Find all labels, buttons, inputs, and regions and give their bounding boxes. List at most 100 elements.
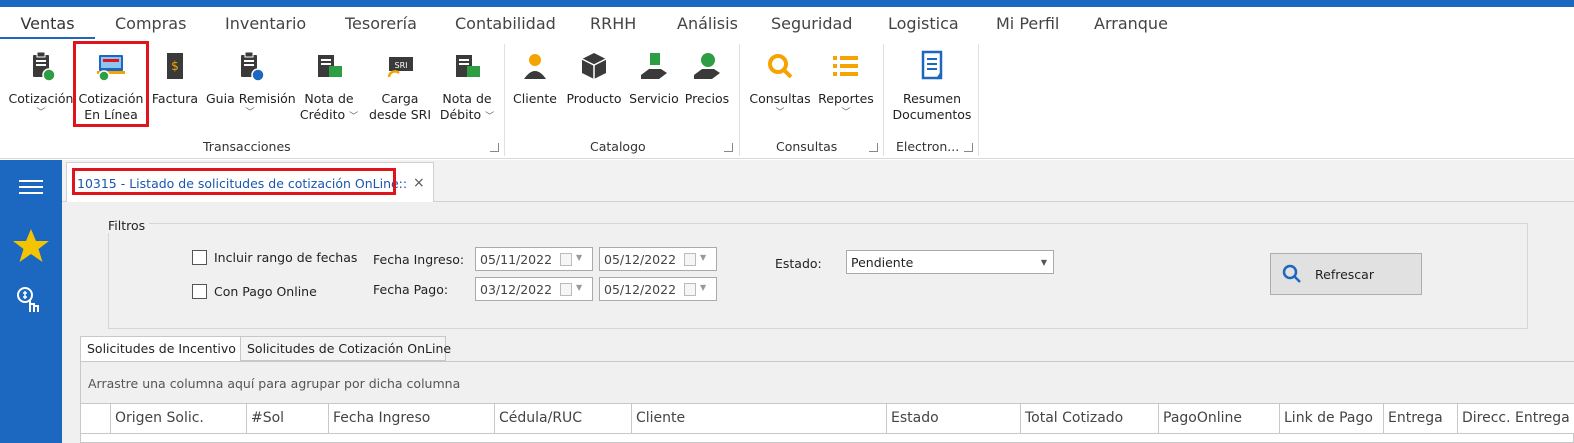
estado-select[interactable]: Pendiente ▼ xyxy=(846,250,1054,274)
tab-analisis[interactable]: Análisis xyxy=(677,14,738,33)
column-header[interactable]: PagoOnline xyxy=(1159,404,1280,434)
group-launcher-icon[interactable] xyxy=(490,143,499,152)
tab-arranque[interactable]: Arranque xyxy=(1094,14,1168,33)
resumen-documentos-button[interactable]: Resumen Documentos xyxy=(892,49,972,123)
group-launcher-icon[interactable] xyxy=(964,143,973,152)
column-header[interactable]: Origen Solic. xyxy=(111,404,247,434)
group-launcher-icon[interactable] xyxy=(724,143,733,152)
include-date-range-label: Incluir rango de fechas xyxy=(214,250,358,265)
group-separator xyxy=(504,44,505,156)
row-indicator-header xyxy=(81,404,111,434)
window-top-bar xyxy=(0,0,1574,7)
group-label-electronica: Electron... xyxy=(896,139,960,154)
tab-inventario[interactable]: Inventario xyxy=(225,14,306,33)
calendar-icon[interactable] xyxy=(684,253,696,266)
fecha-pago-to-field[interactable]: 05/12/2022 ▼ xyxy=(599,277,717,301)
column-header[interactable]: Cliente xyxy=(632,404,887,434)
reportes-button[interactable]: Reportes ﹀ xyxy=(816,49,876,119)
tab-solicitudes-incentivo[interactable]: Solicitudes de Incentivo xyxy=(80,336,241,362)
column-header[interactable]: #Sol xyxy=(247,404,329,434)
highlight-box xyxy=(72,168,396,195)
refresh-button[interactable]: Refrescar xyxy=(1270,253,1422,295)
include-date-range-checkbox[interactable] xyxy=(192,250,207,265)
group-launcher-icon[interactable] xyxy=(869,143,878,152)
star-favorites-icon[interactable] xyxy=(11,226,51,269)
group-label-consultas: Consultas xyxy=(776,139,838,154)
producto-button[interactable]: Producto xyxy=(564,49,624,107)
chevron-down-icon: ▼ xyxy=(1040,258,1047,267)
group-label-catalogo: Catalogo xyxy=(590,139,646,154)
calendar-icon[interactable] xyxy=(684,283,696,296)
svg-text:SRI: SRI xyxy=(395,61,408,70)
credit-note-icon xyxy=(312,49,346,83)
online-payment-label: Con Pago Online xyxy=(214,284,317,299)
tab-ventas[interactable]: Ventas xyxy=(0,7,95,39)
servicio-button[interactable]: Servicio xyxy=(628,49,680,107)
close-icon[interactable]: × xyxy=(413,175,425,191)
hamburger-menu-icon[interactable] xyxy=(19,180,43,194)
online-payment-checkbox[interactable] xyxy=(192,284,207,299)
chevron-down-icon[interactable]: ▼ xyxy=(576,253,582,262)
document-tab-strip: 10315 - Listado de solicitudes de cotiza… xyxy=(62,160,1574,202)
calendar-icon[interactable] xyxy=(560,283,572,296)
svg-text:$: $ xyxy=(171,59,179,73)
factura-button[interactable]: $ Factura xyxy=(150,49,200,107)
column-header[interactable]: Cédula/RUC xyxy=(495,404,632,434)
tab-compras[interactable]: Compras xyxy=(115,14,186,33)
fecha-pago-from-field[interactable]: 03/12/2022 ▼ xyxy=(475,277,593,301)
user-icon xyxy=(518,49,552,83)
chevron-down-icon: ﹀ xyxy=(485,112,495,122)
search-icon xyxy=(763,49,797,83)
clipboard-dollar-icon xyxy=(24,49,58,83)
nota-debito-button[interactable]: Nota de Débito ﹀ xyxy=(437,49,497,125)
carga-desde-sri-button[interactable]: SRI Carga desde SRI xyxy=(366,49,434,123)
clipboard-check-icon xyxy=(233,49,267,83)
left-navigation xyxy=(0,160,62,443)
chevron-down-icon[interactable]: ▼ xyxy=(700,253,706,262)
group-by-panel[interactable]: Arrastre una columna aquí para agrupar p… xyxy=(81,362,1574,404)
chevron-down-icon: ﹀ xyxy=(245,108,255,118)
price-hand-icon xyxy=(690,49,724,83)
cliente-button[interactable]: Cliente xyxy=(512,49,558,107)
tab-solicitudes-cotizacion-online[interactable]: Solicitudes de Cotización OnLine xyxy=(240,336,451,361)
column-header[interactable]: Estado xyxy=(887,404,1021,434)
hand-service-icon xyxy=(637,49,671,83)
chevron-down-icon: ﹀ xyxy=(841,108,851,118)
search-icon xyxy=(1281,263,1303,288)
column-header[interactable]: Total Cotizado xyxy=(1021,404,1159,434)
chevron-down-icon[interactable]: ▼ xyxy=(576,283,582,292)
column-header[interactable]: Link de Pago xyxy=(1280,404,1384,434)
list-icon xyxy=(829,49,863,83)
group-separator xyxy=(739,44,740,156)
fecha-ingreso-label: Fecha Ingreso: xyxy=(373,252,465,267)
tab-rrhh[interactable]: RRHH xyxy=(590,14,636,33)
sri-upload-icon: SRI xyxy=(383,49,417,83)
fecha-ingreso-from-field[interactable]: 05/11/2022 ▼ xyxy=(475,247,593,271)
ribbon: Cotización ﹀ Cotización En Línea $ Factu… xyxy=(0,39,1574,159)
chevron-down-icon[interactable]: ▼ xyxy=(700,283,706,292)
money-touch-icon[interactable] xyxy=(14,284,48,321)
filters-title: Filtros xyxy=(104,218,150,233)
group-separator xyxy=(978,44,979,156)
precios-button[interactable]: Precios xyxy=(684,49,730,107)
highlight-box xyxy=(73,41,149,127)
calendar-icon[interactable] xyxy=(560,253,572,266)
cotizacion-button[interactable]: Cotización ﹀ xyxy=(8,49,74,119)
consultas-button[interactable]: Consultas ﹀ xyxy=(748,49,812,119)
tab-seguridad[interactable]: Seguridad xyxy=(771,14,852,33)
column-header[interactable]: Fecha Ingreso xyxy=(329,404,495,434)
nota-credito-button[interactable]: Nota de Crédito ﹀ xyxy=(298,49,360,125)
tab-tesoreria[interactable]: Tesorería xyxy=(345,14,417,33)
column-header[interactable]: Direcc. Entrega xyxy=(1458,404,1574,434)
box-icon xyxy=(577,49,611,83)
invoice-icon: $ xyxy=(158,49,192,83)
tab-mi-perfil[interactable]: Mi Perfil xyxy=(996,14,1059,33)
column-header[interactable]: Entrega xyxy=(1384,404,1458,434)
estado-label: Estado: xyxy=(775,256,822,271)
guia-remision-button[interactable]: Guia Remisión ﹀ xyxy=(206,49,296,119)
tab-contabilidad[interactable]: Contabilidad xyxy=(455,14,556,33)
fecha-pago-label: Fecha Pago: xyxy=(373,282,449,297)
fecha-ingreso-to-field[interactable]: 05/12/2022 ▼ xyxy=(599,247,717,271)
tab-logistica[interactable]: Logistica xyxy=(888,14,959,33)
document-summary-icon xyxy=(915,49,949,83)
